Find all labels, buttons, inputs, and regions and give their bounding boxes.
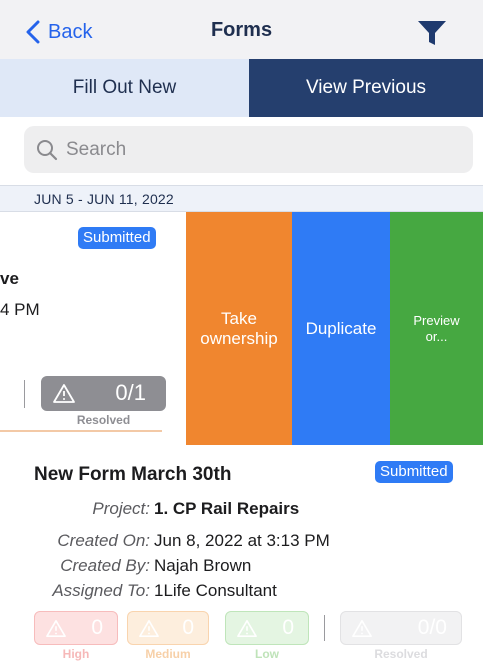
tab-fill-out-new[interactable]: Fill Out New <box>0 59 249 117</box>
take-ownership-label: Take ownership <box>200 308 278 348</box>
warning-icon <box>46 619 66 638</box>
medium-severity-chip: 0 <box>127 611 209 645</box>
status-badge: Submitted <box>375 461 453 483</box>
divider <box>324 615 325 641</box>
section-header: JUN 5 - JUN 11, 2022 <box>0 185 483 212</box>
preview-label: Preview or... <box>413 312 460 344</box>
tab-view-previous[interactable]: View Previous <box>249 59 483 117</box>
resolved-label: Resolved <box>76 413 131 427</box>
high-label: High <box>62 647 90 661</box>
preview-button[interactable]: Preview or... <box>390 212 483 445</box>
resolved-box: 0/1 <box>41 376 166 411</box>
low-label: Low <box>255 647 279 661</box>
warning-icon <box>139 619 159 638</box>
medium-label: Medium <box>145 647 191 661</box>
search-icon <box>37 139 58 160</box>
form-title: New Form March 30th <box>34 464 232 485</box>
segmented-tabs: Fill Out New View Previous <box>0 59 483 117</box>
created-by-value: Najah Brown <box>154 556 252 575</box>
search-input[interactable] <box>66 138 446 161</box>
low-severity-chip: 0 <box>225 611 309 645</box>
time-fragment: 4 PM <box>0 300 40 319</box>
assigned-to-label: Assigned To: <box>52 581 150 600</box>
resolved-severity-chip: 0/0 <box>340 611 462 645</box>
form-title-fragment: ve <box>0 269 19 288</box>
resolved-label: Resolved <box>374 647 428 661</box>
resolved-count: 0/1 <box>115 380 146 405</box>
navigation-bar: Back Forms <box>0 0 483 62</box>
assigned-to-value: 1Life Consultant <box>154 581 277 600</box>
warning-icon <box>352 619 372 638</box>
warning-icon <box>237 619 257 638</box>
list-item[interactable]: New Form March 30th Submitted Project: 1… <box>0 445 483 665</box>
page-title: Forms <box>210 19 273 41</box>
resolved-chip: 0/1 Resolved <box>41 376 166 438</box>
created-on-value: Jun 8, 2022 at 3:13 PM <box>154 531 330 550</box>
low-count: 0 <box>282 616 294 639</box>
warning-icon <box>53 384 75 403</box>
date-range-label: JUN 5 - JUN 11, 2022 <box>34 191 174 207</box>
created-on-label: Created On: <box>57 531 150 550</box>
resolved-count: 0/0 <box>417 616 447 639</box>
filter-icon <box>418 21 446 45</box>
divider <box>24 380 25 408</box>
take-ownership-button[interactable]: Take ownership <box>186 212 292 445</box>
high-count: 0 <box>91 616 103 639</box>
project-value: 1. CP Rail Repairs <box>154 499 300 518</box>
swiped-list-item[interactable]: Submitted ve 4 PM 0/1 Resolved Take owne… <box>0 212 483 445</box>
search-box[interactable] <box>24 126 473 173</box>
duplicate-label: Duplicate <box>305 318 377 338</box>
status-badge: Submitted <box>78 227 156 249</box>
search-area <box>0 117 483 185</box>
project-label: Project: <box>92 499 150 518</box>
medium-count: 0 <box>182 616 194 639</box>
high-severity-chip: 0 <box>34 611 118 645</box>
filter-button[interactable] <box>417 18 447 48</box>
progress-underline <box>0 430 162 432</box>
created-by-label: Created By: <box>60 556 150 575</box>
duplicate-button[interactable]: Duplicate <box>292 212 390 445</box>
